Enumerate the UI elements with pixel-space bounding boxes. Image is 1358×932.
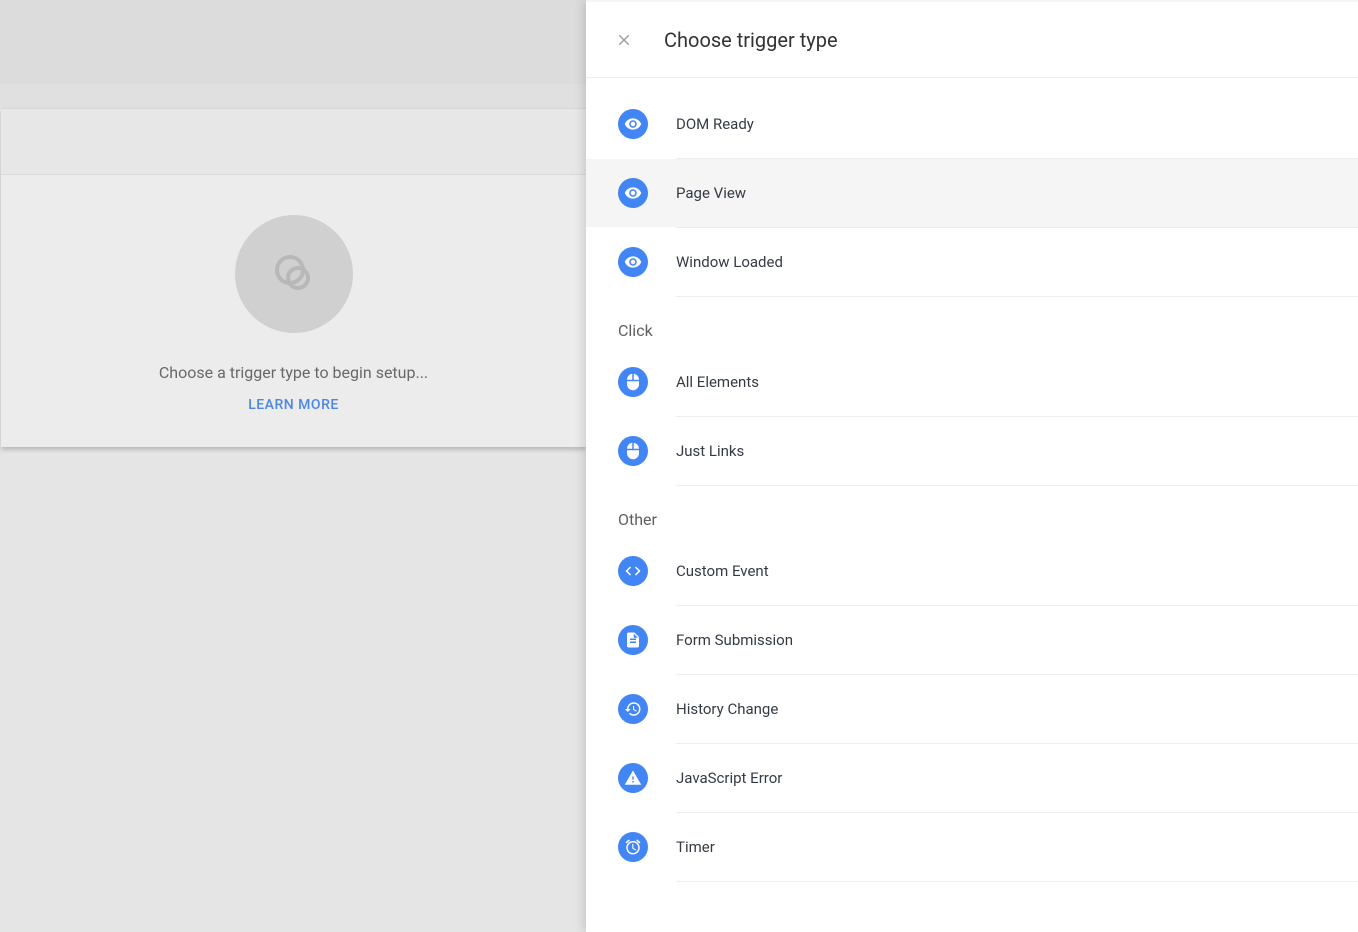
mouse-icon [618,436,648,466]
trigger-label: History Change [676,700,778,718]
trigger-label: All Elements [676,373,759,391]
panel-title: Choose trigger type [664,28,838,52]
trigger-item-form-submission[interactable]: Form Submission [586,606,1358,674]
section-header-click: Click [586,297,1358,348]
learn-more-link[interactable]: LEARN MORE [248,397,339,413]
eye-icon [618,247,648,277]
code-icon [618,556,648,586]
trigger-item-dom-ready[interactable]: DOM Ready [586,90,1358,158]
trigger-label: Timer [676,838,715,856]
trigger-item-javascript-error[interactable]: JavaScript Error [586,744,1358,812]
trigger-item-just-links[interactable]: Just Links [586,417,1358,485]
trigger-item-timer[interactable]: Timer [586,813,1358,881]
trigger-label: Page View [676,184,746,202]
trigger-item-page-view[interactable]: Page View [586,159,1358,227]
timer-icon [618,832,648,862]
card-header-strip [1,109,586,175]
card-body: Choose a trigger type to begin setup... … [1,175,586,413]
trigger-label: JavaScript Error [676,769,782,787]
trigger-item-custom-event[interactable]: Custom Event [586,537,1358,605]
close-button[interactable] [604,20,644,60]
trigger-config-card: Choose a trigger type to begin setup... … [1,108,586,447]
trigger-label: Just Links [676,442,744,460]
trigger-label: Form Submission [676,631,793,649]
history-icon [618,694,648,724]
error-icon [618,763,648,793]
eye-icon [618,109,648,139]
trigger-item-all-elements[interactable]: All Elements [586,348,1358,416]
trigger-item-window-loaded[interactable]: Window Loaded [586,228,1358,296]
trigger-item-history-change[interactable]: History Change [586,675,1358,743]
divider [676,881,1358,882]
trigger-label: Custom Event [676,562,769,580]
trigger-label: DOM Ready [676,115,754,133]
trigger-label: Window Loaded [676,253,783,271]
placeholder-icon [235,215,353,333]
choose-trigger-panel: Choose trigger type DOM Ready Page View Wi… [586,0,1358,932]
panel-body: DOM Ready Page View Window Loaded Click All … [586,78,1358,882]
form-icon [618,625,648,655]
section-header-other: Other [586,486,1358,537]
circles-icon [270,250,318,298]
eye-icon [618,178,648,208]
panel-header: Choose trigger type [586,2,1358,78]
mouse-icon [618,367,648,397]
close-icon [615,31,633,49]
placeholder-text: Choose a trigger type to begin setup... [159,363,428,382]
